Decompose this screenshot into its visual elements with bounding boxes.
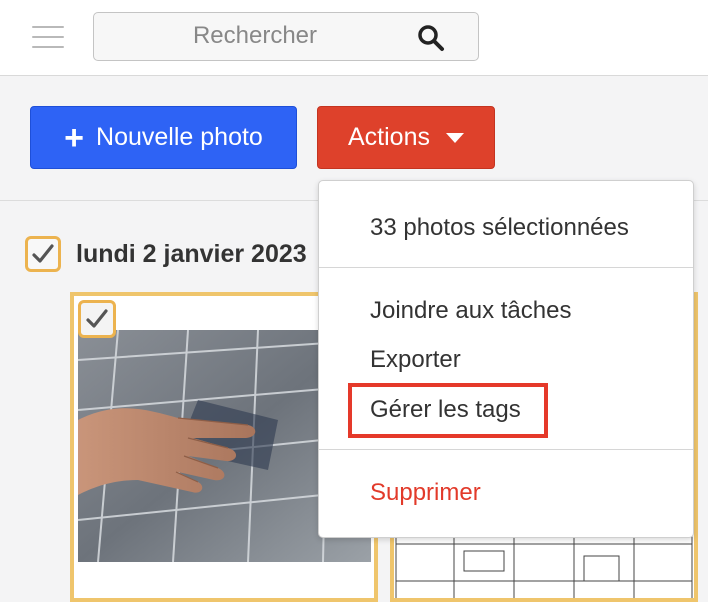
date-group-label: lundi 2 janvier 2023	[76, 240, 307, 268]
plus-icon: +	[64, 118, 85, 157]
caret-down-icon	[445, 132, 464, 143]
highlight-box	[348, 383, 548, 438]
hamburger-menu-icon[interactable]	[32, 26, 64, 48]
photo-checkbox[interactable]	[78, 300, 116, 338]
new-photo-label: Nouvelle photo	[96, 123, 263, 151]
date-group-checkbox[interactable]	[25, 236, 61, 272]
menu-item-delete[interactable]: Supprimer	[370, 479, 481, 507]
new-photo-button[interactable]: + Nouvelle photo	[30, 106, 297, 169]
actions-label: Actions	[348, 123, 430, 151]
menu-divider	[319, 267, 693, 268]
menu-divider	[319, 449, 693, 450]
checkmark-icon	[86, 309, 108, 328]
selection-count: 33 photos sélectionnées	[370, 214, 629, 241]
search-input[interactable]	[96, 15, 406, 57]
checkmark-icon	[32, 244, 54, 263]
actions-button[interactable]: Actions	[317, 106, 495, 169]
search-icon[interactable]	[416, 23, 446, 53]
menu-item-export[interactable]: Exporter	[370, 346, 461, 374]
search-box	[93, 12, 479, 61]
actions-dropdown-menu: 33 photos sélectionnées Joindre aux tâch…	[318, 180, 694, 538]
top-bar	[0, 0, 708, 76]
menu-item-attach-tasks[interactable]: Joindre aux tâches	[370, 297, 571, 325]
